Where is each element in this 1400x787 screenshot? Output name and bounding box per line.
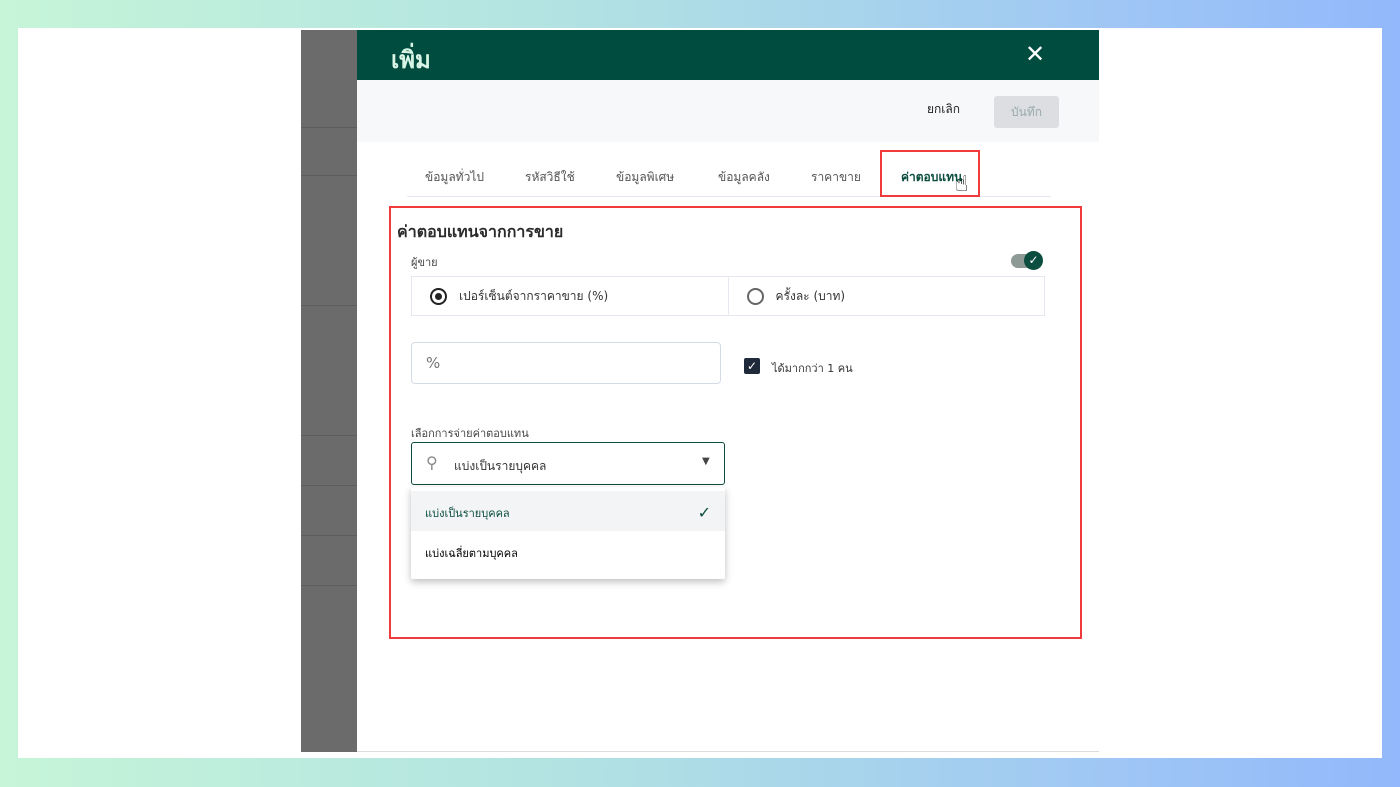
dialog-toolbar: ยกเลิก บันทึก [357,80,1099,142]
close-icon[interactable]: ✕ [1025,40,1045,68]
dialog-title: เพิ่ม [391,46,431,74]
check-icon[interactable]: ✓ [1024,251,1043,270]
section-title: ค่าตอบแทนจากการขาย [397,222,564,241]
multi-person-checkbox[interactable]: ✓ [744,358,760,374]
save-button[interactable]: บันทึก [994,96,1059,128]
payment-select-label: เลือกการจ่ายค่าตอบแทน [411,427,529,440]
add-dialog: เพิ่ม ✕ ยกเลิก บันทึก ข้อมูลทั่วไป รหัสว… [357,30,1099,752]
background-sidebar [301,30,358,752]
commission-type-radio-group: เปอร์เซ็นต์จากราคาขาย (%) ครั้งละ (บาท) [411,276,1045,316]
multi-person-label: ได้มากกว่า 1 คน [772,362,853,375]
cancel-button[interactable]: ยกเลิก [927,100,960,119]
tab-usage-code[interactable]: รหัสวิธีใช้ [525,168,575,187]
percent-input[interactable] [411,342,721,384]
payment-dropdown-menu: แบ่งเป็นรายบุคคล ✓ แบ่งเฉลี่ยตามบุคคล [411,487,725,579]
pointer-hand-icon: ☝ [955,172,969,197]
radio-unselected-icon [746,287,764,305]
menu-item-label: แบ่งเฉลี่ยตามบุคคล [425,547,518,560]
radio-per-time[interactable]: ครั้งละ (บาท) [727,277,1045,315]
search-icon: ⚲ [426,453,438,472]
menu-item-individual[interactable]: แบ่งเป็นรายบุคคล ✓ [411,491,725,531]
menu-item-average[interactable]: แบ่งเฉลี่ยตามบุคคล [411,531,725,571]
tab-general[interactable]: ข้อมูลทั่วไป [425,168,484,187]
menu-item-label: แบ่งเป็นรายบุคคล [425,507,510,520]
dialog-header: เพิ่ม ✕ [357,30,1099,80]
radio-label: ครั้งละ (บาท) [775,288,846,303]
caret-down-icon: ▼ [702,456,710,467]
tab-price[interactable]: ราคาขาย [811,168,861,187]
tab-inventory[interactable]: ข้อมูลคลัง [718,168,770,187]
payment-select-value: แบ่งเป็นรายบุคคล [454,459,547,473]
tab-special[interactable]: ข้อมูลพิเศษ [616,168,674,187]
radio-percent[interactable]: เปอร์เซ็นต์จากราคาขาย (%) [412,277,728,315]
radio-selected-icon [430,287,447,305]
radio-label: เปอร์เซ็นต์จากราคาขาย (%) [459,288,609,303]
seller-label: ผู้ขาย [411,256,438,269]
check-icon: ✓ [697,503,711,522]
payment-select[interactable]: ⚲ แบ่งเป็นรายบุคคล ▼ [411,442,725,485]
